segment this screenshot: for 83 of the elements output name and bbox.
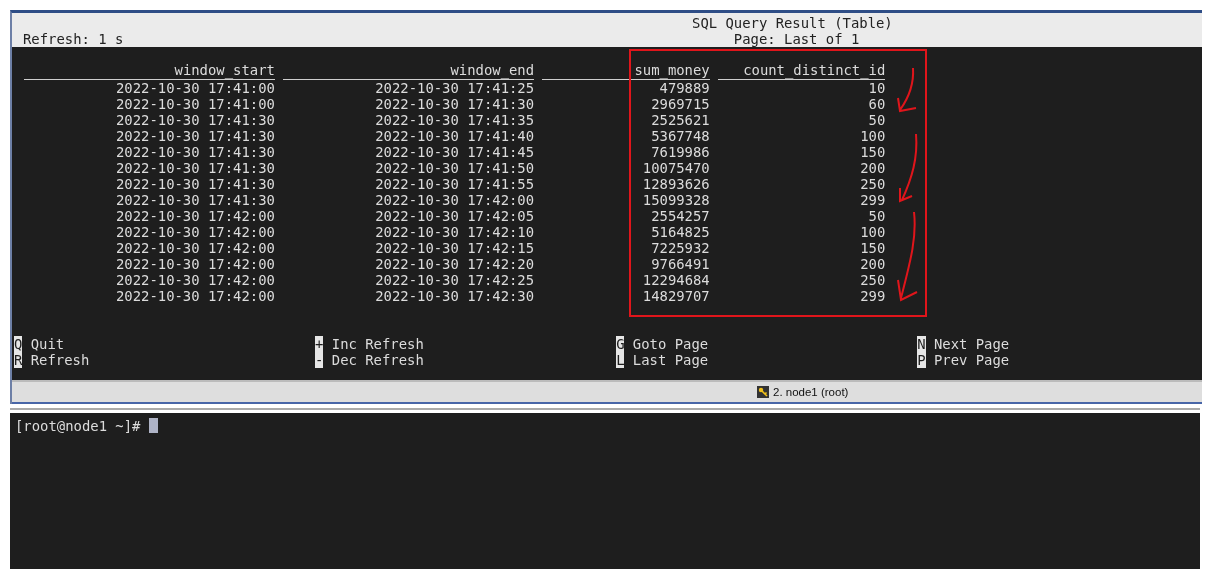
result-title: SQL Query Result (Table) <box>692 15 893 31</box>
table-cell-text: 12893626 <box>641 176 710 192</box>
table-cell-text: 2022-10-30 17:41:55 <box>374 176 535 192</box>
table-cell-text: 2022-10-30 17:42:25 <box>374 272 535 288</box>
text-cursor <box>148 418 158 433</box>
table-cell-text: 60 <box>867 96 886 112</box>
table-cell-text: 7225932 <box>650 240 710 256</box>
table-cell-text: 14829707 <box>641 288 710 304</box>
table-cell-text: 2022-10-30 17:41:00 <box>114 80 275 96</box>
table-cell-text: 50 <box>867 112 886 128</box>
table-cell-text: 2525621 <box>650 112 710 128</box>
table-cell-text: 100 <box>859 128 886 144</box>
table-cell-text: 2022-10-30 17:41:40 <box>374 128 535 144</box>
table-cell-text: 2022-10-30 17:42:10 <box>374 224 535 240</box>
table-cell-text: 2022-10-30 17:41:00 <box>114 96 275 112</box>
column-header: count_distinct_id <box>718 62 886 80</box>
table-cell-text: 12294684 <box>641 272 710 288</box>
table-cell-text: 2022-10-30 17:41:30 <box>114 144 275 160</box>
table-cell-text: 2022-10-30 17:41:30 <box>374 96 535 112</box>
table-cell-text: 200 <box>859 160 886 176</box>
table-cell-text: 479889 <box>658 80 710 96</box>
shortcut-label: Next Page <box>933 336 1010 352</box>
table-cell-text: 2022-10-30 17:42:30 <box>374 288 535 304</box>
table-cell-text: 2022-10-30 17:41:25 <box>374 80 535 96</box>
table-cell-text: 2022-10-30 17:41:30 <box>114 160 275 176</box>
table-cell-text: 2022-10-30 17:42:00 <box>374 192 535 208</box>
table-cell-text: 10 <box>867 80 886 96</box>
key-icon <box>757 386 769 398</box>
shortcut-label: Inc Refresh <box>331 336 424 352</box>
table-cell-text: 10075470 <box>641 160 710 176</box>
table-cell-text: 150 <box>859 144 886 160</box>
table-cell-text: 50 <box>867 208 886 224</box>
table-cell-text: 2969715 <box>650 96 710 112</box>
table-cell-text: 100 <box>859 224 886 240</box>
shortcut-label: Dec Refresh <box>331 352 424 368</box>
shell-prompt: [root@node1 ~]# <box>15 418 141 434</box>
key-badge: P <box>917 352 926 368</box>
table-cell-text: 2022-10-30 17:42:00 <box>114 272 275 288</box>
table-cell-text: 299 <box>859 288 886 304</box>
column-header: sum_money <box>542 62 710 80</box>
shortcut-label: Goto Page <box>632 336 709 352</box>
table-cell-text: 150 <box>859 240 886 256</box>
shortcut-label: Refresh <box>30 352 90 368</box>
key-badge: Q <box>14 336 23 352</box>
table-cell-text: 2022-10-30 17:42:00 <box>114 224 275 240</box>
table-cell-text: 15099328 <box>641 192 710 208</box>
table-cell-text: 250 <box>859 176 886 192</box>
table-cell-text: 2022-10-30 17:42:00 <box>114 208 275 224</box>
page-indicator: Page: Last of 1 <box>733 31 860 47</box>
table-cell-text: 2022-10-30 17:41:30 <box>114 192 275 208</box>
table-cell-text: 9766491 <box>650 256 710 272</box>
table-cell-text: 200 <box>859 256 886 272</box>
table-cell-text: 2022-10-30 17:42:00 <box>114 240 275 256</box>
table-cell-text: 2022-10-30 17:41:45 <box>374 144 535 160</box>
table-cell-text: 299 <box>859 192 886 208</box>
key-badge: L <box>616 352 625 368</box>
shortcut-label: Prev Page <box>933 352 1010 368</box>
shortcut-label: Quit <box>30 336 65 352</box>
table-cell-text: 2022-10-30 17:42:00 <box>114 288 275 304</box>
table-cell-text: 2022-10-30 17:42:15 <box>374 240 535 256</box>
table-cell-text: 2554257 <box>650 208 710 224</box>
table-cell-text: 2022-10-30 17:41:30 <box>114 176 275 192</box>
key-badge: R <box>14 352 23 368</box>
key-badge: - <box>315 352 324 368</box>
table-cell-text: 2022-10-30 17:41:35 <box>374 112 535 128</box>
session-tab[interactable]: 2. node1 (root) <box>757 386 849 398</box>
column-header: window_start <box>24 62 275 80</box>
table-cell-text: 5164825 <box>650 224 710 240</box>
key-badge: + <box>315 336 324 352</box>
table-cell-text: 5367748 <box>650 128 710 144</box>
table-cell-text: 2022-10-30 17:41:50 <box>374 160 535 176</box>
table-cell-text: 2022-10-30 17:42:00 <box>114 256 275 272</box>
key-badge: N <box>917 336 926 352</box>
table-cell-text: 2022-10-30 17:41:30 <box>114 112 275 128</box>
table-cell-text: 250 <box>859 272 886 288</box>
table-cell-text: 2022-10-30 17:42:20 <box>374 256 535 272</box>
column-header: window_end <box>283 62 535 80</box>
key-badge: G <box>616 336 625 352</box>
shortcut-label: Last Page <box>632 352 709 368</box>
table-cell-text: 7619986 <box>650 144 710 160</box>
table-cell-text: 2022-10-30 17:41:30 <box>114 128 275 144</box>
refresh-interval: Refresh: 1 s <box>23 31 125 47</box>
table-cell-text: 2022-10-30 17:42:05 <box>374 208 535 224</box>
